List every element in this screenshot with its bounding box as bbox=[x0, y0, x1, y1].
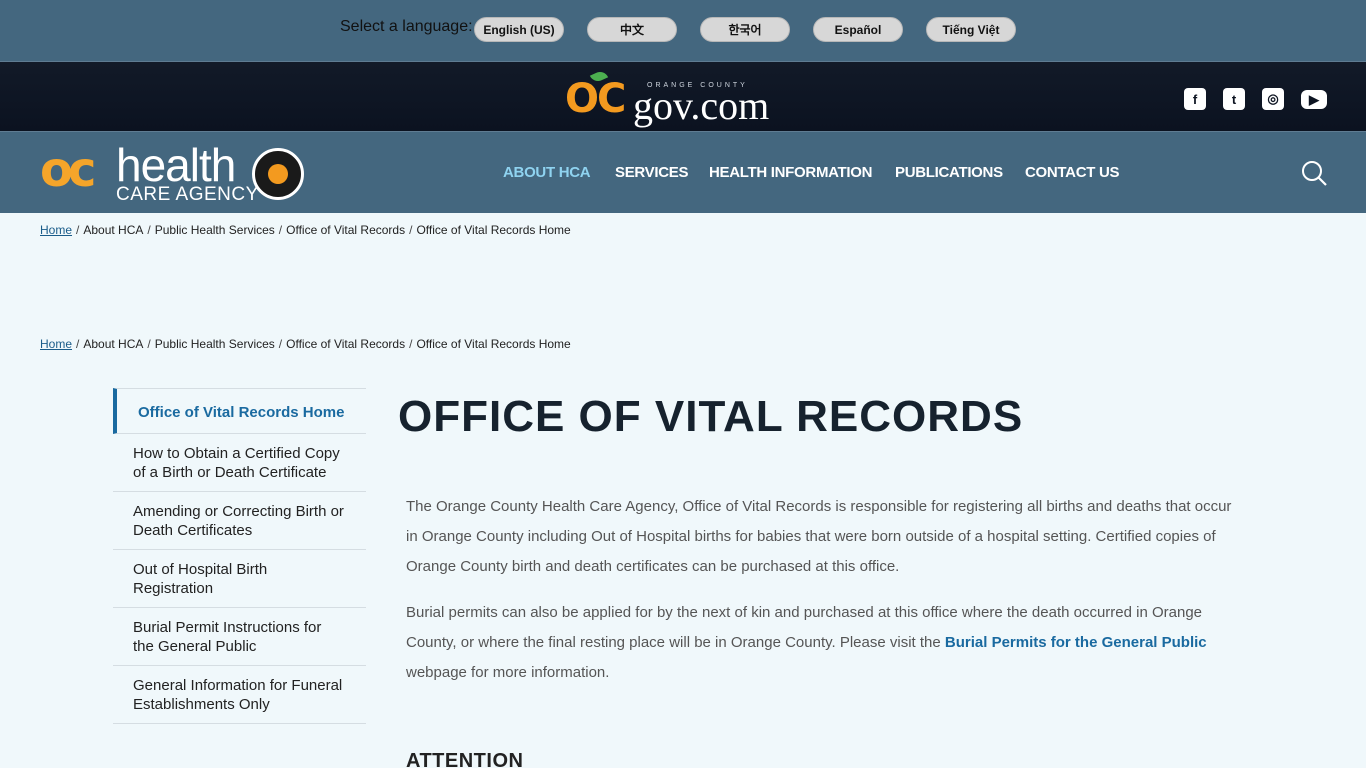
hca-logo[interactable]: oc health CARE AGENCY bbox=[40, 139, 310, 206]
ocgov-logo[interactable]: OC ORANGE COUNTY gov.com bbox=[565, 68, 805, 128]
sidebar-item-vital-records-home[interactable]: Office of Vital Records Home bbox=[113, 388, 366, 434]
sidebar-item-amending-certificates[interactable]: Amending or Correcting Birth or Death Ce… bbox=[113, 492, 366, 550]
facebook-icon[interactable]: f bbox=[1184, 88, 1206, 110]
lang-button-chinese[interactable]: 中文 bbox=[587, 17, 677, 42]
sidebar-item-burial-permit[interactable]: Burial Permit Instructions for the Gener… bbox=[113, 608, 366, 666]
language-label: Select a language: bbox=[340, 18, 473, 35]
breadcrumb-current: Office of Vital Records Home bbox=[416, 223, 571, 237]
burial-paragraph-text-end: webpage for more information. bbox=[406, 664, 610, 681]
breadcrumb-item[interactable]: About HCA bbox=[83, 223, 143, 237]
sidebar-nav: Office of Vital Records Home How to Obta… bbox=[113, 388, 366, 724]
breadcrumb-item[interactable]: Public Health Services bbox=[155, 223, 275, 237]
breadcrumb-separator: / bbox=[409, 223, 413, 237]
intro-paragraph: The Orange County Health Care Agency, Of… bbox=[406, 498, 1232, 575]
breadcrumb: Home / About HCA / Public Health Services / Of… bbox=[40, 337, 571, 351]
breadcrumb-separator: / bbox=[76, 337, 80, 351]
language-bar: Select a language: English (US) 中文 한국어 E… bbox=[0, 0, 1366, 61]
ocgov-logo-gov: gov.com bbox=[633, 83, 770, 128]
sidebar-item-certified-copy[interactable]: How to Obtain a Certified Copy of a Birt… bbox=[113, 434, 366, 492]
breadcrumb-separator: / bbox=[409, 337, 413, 351]
breadcrumb-home-link[interactable]: Home bbox=[40, 223, 72, 237]
attention-heading: ATTENTION bbox=[406, 750, 524, 768]
breadcrumb-item[interactable]: About HCA bbox=[83, 337, 143, 351]
ocgov-logo-oc: OC bbox=[565, 76, 626, 122]
breadcrumb-separator: / bbox=[147, 337, 151, 351]
lang-button-spanish[interactable]: Español bbox=[813, 17, 903, 42]
nav-about-hca[interactable]: ABOUT HCA bbox=[503, 164, 591, 181]
breadcrumb-item[interactable]: Office of Vital Records bbox=[286, 337, 405, 351]
ocgov-header: OC ORANGE COUNTY gov.com f t ◎ ▶ bbox=[0, 61, 1366, 132]
page-title: OFFICE OF VITAL RECORDS bbox=[398, 392, 1024, 441]
instagram-icon[interactable]: ◎ bbox=[1262, 88, 1284, 110]
youtube-icon[interactable]: ▶ bbox=[1301, 90, 1327, 109]
breadcrumb-home-link[interactable]: Home bbox=[40, 337, 72, 351]
lang-button-vietnamese[interactable]: Tiếng Việt bbox=[926, 17, 1016, 42]
burial-paragraph: Burial permits can also be applied for b… bbox=[406, 598, 1246, 688]
breadcrumb-separator: / bbox=[76, 223, 80, 237]
breadcrumb-current: Office of Vital Records Home bbox=[416, 337, 571, 351]
search-icon[interactable] bbox=[1301, 160, 1327, 186]
main-nav: oc health CARE AGENCY ABOUT HCA SERVICES… bbox=[0, 132, 1366, 213]
county-seal-icon bbox=[252, 148, 304, 200]
sidebar-item-funeral-establishments[interactable]: General Information for Funeral Establis… bbox=[113, 666, 366, 724]
sidebar-item-out-of-hospital-birth[interactable]: Out of Hospital Birth Registration bbox=[113, 550, 366, 608]
nav-health-information[interactable]: HEALTH INFORMATION bbox=[709, 164, 873, 181]
breadcrumb-item[interactable]: Office of Vital Records bbox=[286, 223, 405, 237]
burial-permits-link[interactable]: Burial Permits for the General Public bbox=[945, 634, 1207, 651]
breadcrumb-item[interactable]: Public Health Services bbox=[155, 337, 275, 351]
nav-services[interactable]: SERVICES bbox=[615, 164, 688, 181]
hca-logo-care: CARE AGENCY bbox=[116, 184, 259, 205]
twitter-icon[interactable]: t bbox=[1223, 88, 1245, 110]
breadcrumb-separator: / bbox=[278, 337, 283, 351]
breadcrumb: Home / About HCA / Public Health Services / Of… bbox=[40, 223, 571, 237]
breadcrumb-separator: / bbox=[278, 223, 283, 237]
hca-logo-oc: oc bbox=[40, 142, 96, 198]
breadcrumb-separator: / bbox=[147, 223, 151, 237]
nav-publications[interactable]: PUBLICATIONS bbox=[895, 164, 1003, 181]
nav-contact-us[interactable]: CONTACT US bbox=[1025, 164, 1120, 181]
lang-button-korean[interactable]: 한국어 bbox=[700, 17, 790, 42]
lang-button-english[interactable]: English (US) bbox=[474, 17, 564, 42]
